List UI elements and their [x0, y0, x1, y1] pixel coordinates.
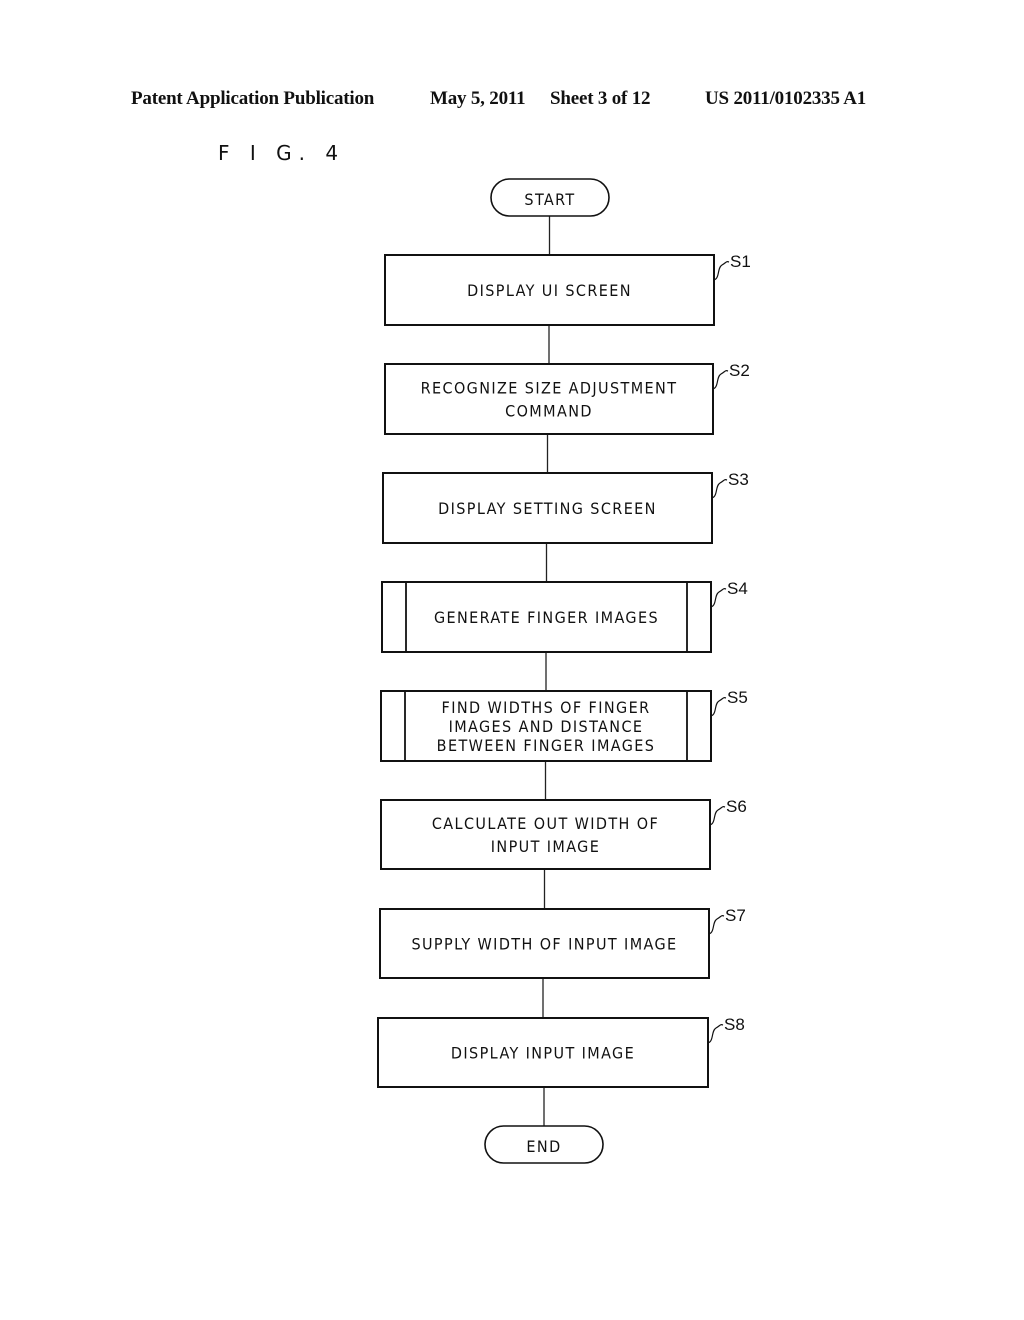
step-label: S6: [726, 797, 747, 816]
process-box: [380, 799, 711, 870]
flowchart: START DISPLAY UI SCREEN S1 RECOGNIZE SIZE …: [377, 178, 751, 1164]
step-s1: DISPLAY UI SCREEN S1: [384, 252, 751, 326]
step-label: S4: [727, 579, 748, 598]
steps: DISPLAY UI SCREEN S1 RECOGNIZE SIZE ADJUST…: [377, 252, 751, 1088]
step-text-line: CALCULATE OUT WIDTH OF: [432, 814, 659, 833]
step-label: S3: [728, 470, 749, 489]
start-terminal: START: [490, 178, 610, 217]
step-text-line: IMAGES AND DISTANCE: [449, 717, 644, 736]
step-s4: GENERATE FINGER IMAGES S4: [381, 579, 748, 653]
step-text-line: COMMAND: [505, 402, 593, 421]
leader-line: [709, 806, 726, 826]
step-label: S1: [730, 252, 751, 271]
leader-line: [708, 915, 725, 935]
step-label: S5: [727, 688, 748, 707]
start-label: START: [524, 190, 575, 209]
step-text-line: BETWEEN FINGER IMAGES: [437, 736, 656, 755]
step-text-line: GENERATE FINGER IMAGES: [434, 608, 659, 627]
step-text-line: DISPLAY SETTING SCREEN: [438, 499, 657, 518]
leader-line: [707, 1024, 724, 1044]
step-text-line: DISPLAY INPUT IMAGE: [451, 1044, 635, 1063]
step-s6: CALCULATE OUT WIDTH OF INPUT IMAGE S6: [380, 797, 747, 870]
step-text-line: FIND WIDTHS OF FINGER: [442, 698, 651, 717]
leader-line: [710, 697, 727, 717]
step-label: S2: [729, 361, 750, 380]
process-box: [384, 363, 714, 435]
step-s8: DISPLAY INPUT IMAGE S8: [377, 1015, 745, 1088]
leader-line: [710, 588, 727, 608]
leader-line: [712, 370, 729, 390]
leader-line: [713, 261, 730, 281]
step-s3: DISPLAY SETTING SCREEN S3: [382, 470, 749, 544]
leader-line: [711, 479, 728, 499]
step-s5: FIND WIDTHS OF FINGERIMAGES AND DISTANCE…: [380, 688, 748, 762]
step-text-line: DISPLAY UI SCREEN: [467, 281, 632, 300]
step-s2: RECOGNIZE SIZE ADJUSTMENT COMMAND S2: [384, 361, 750, 435]
step-label: S8: [724, 1015, 745, 1034]
step-label: S7: [725, 906, 746, 925]
step-text-line: RECOGNIZE SIZE ADJUSTMENT: [421, 379, 678, 398]
end-label: END: [526, 1137, 561, 1156]
connectors: [542, 216, 551, 1126]
step-text-line: INPUT IMAGE: [491, 837, 600, 856]
step-text-line: SUPPLY WIDTH OF INPUT IMAGE: [411, 935, 677, 954]
end-terminal: END: [484, 1125, 604, 1164]
step-s7: SUPPLY WIDTH OF INPUT IMAGE S7: [379, 906, 746, 979]
